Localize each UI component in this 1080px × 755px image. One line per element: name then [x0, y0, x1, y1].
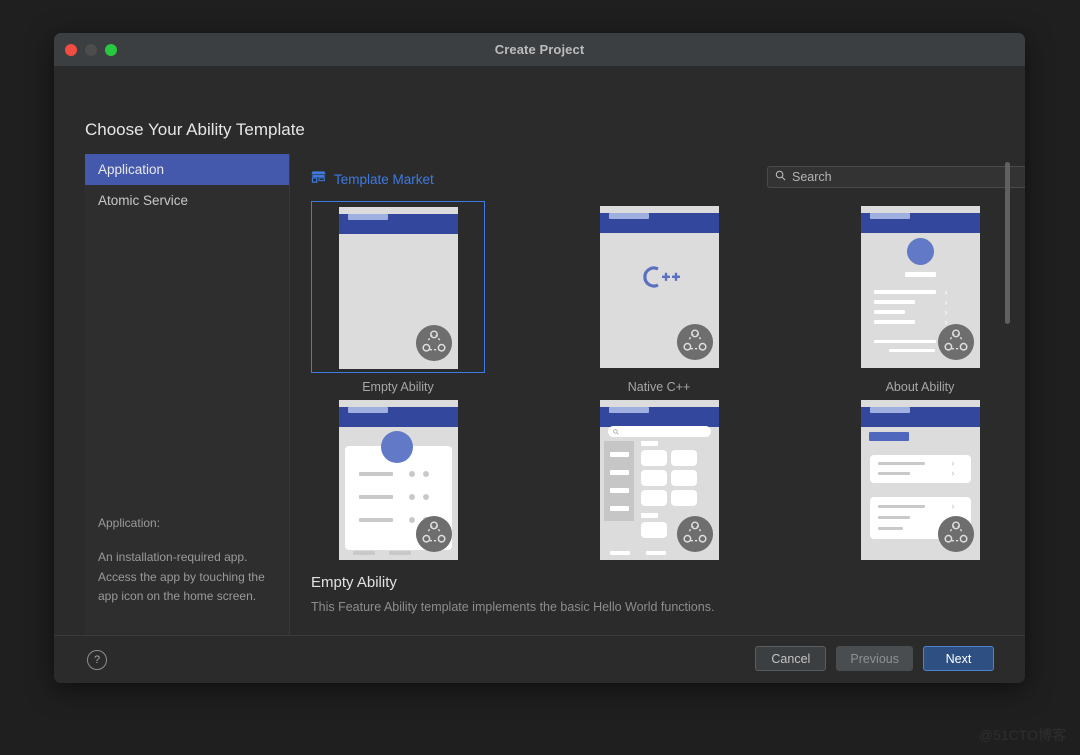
template-card-empty-ability[interactable]: Empty Ability [311, 201, 485, 394]
template-card-about-ability[interactable]: › › › › About Ability [833, 201, 1007, 394]
minimize-window-button[interactable] [85, 43, 97, 56]
template-card-catalog[interactable] [572, 400, 746, 567]
template-thumbnail [311, 201, 485, 373]
template-grid: Empty Ability Native C++ › › › › About A… [311, 201, 1025, 567]
template-thumbnail: › › › › [833, 201, 1007, 373]
cpp-logo-icon [600, 264, 719, 290]
search-icon [612, 429, 619, 435]
template-pane: Template Market Search Empty Ability Nat… [290, 154, 1025, 669]
button-label: Next [945, 651, 972, 666]
footer-buttons: Cancel Previous Next [755, 646, 994, 671]
traffic-light-controls [65, 33, 117, 66]
button-label: Previous [850, 651, 899, 666]
window-titlebar: Create Project [54, 33, 1025, 67]
distributed-badge-icon [415, 515, 452, 553]
button-label: Cancel [771, 651, 811, 666]
template-card-profile[interactable] [311, 400, 485, 567]
distributed-badge-icon [676, 515, 713, 553]
category-description-body: An installation-required app. Access the… [98, 549, 265, 604]
next-button[interactable]: Next [923, 646, 994, 671]
sidebar-item-label: Application [98, 162, 165, 177]
watermark: @51CTO博客 [978, 727, 1066, 743]
selected-template-subtitle: This Feature Ability template implements… [311, 600, 715, 614]
template-card-label: About Ability [885, 380, 955, 394]
template-thumbnail [572, 400, 746, 560]
dialog-body: Choose Your Ability Template Application… [54, 67, 1025, 683]
cancel-button[interactable]: Cancel [755, 646, 827, 671]
search-field[interactable] [767, 166, 1025, 188]
distributed-badge-icon [676, 323, 713, 361]
close-window-button[interactable] [65, 43, 77, 56]
selected-template-title: Empty Ability [311, 574, 397, 591]
template-card-label: Empty Ability [362, 380, 434, 394]
distributed-badge-icon [937, 515, 974, 553]
sidebar-item-atomic-service[interactable]: Atomic Service [85, 185, 289, 216]
help-icon[interactable]: ? [87, 650, 107, 670]
sidebar-item-application[interactable]: Application [85, 154, 289, 185]
distributed-badge-icon [415, 324, 452, 362]
previous-button[interactable]: Previous [836, 646, 913, 671]
distributed-badge-icon [937, 323, 974, 361]
search-icon [775, 168, 786, 186]
window-title: Create Project [494, 42, 585, 57]
sidebar-item-label: Atomic Service [98, 193, 189, 208]
template-card-label: Native C++ [627, 380, 691, 394]
template-market-label: Template Market [334, 172, 434, 187]
template-market-link[interactable]: Template Market [311, 170, 434, 189]
template-thumbnail: › › › › [833, 400, 1007, 560]
zoom-window-button[interactable] [105, 43, 117, 56]
store-icon [311, 170, 326, 189]
template-thumbnail [311, 400, 485, 560]
help-glyph: ? [93, 654, 101, 666]
template-card-native-cpp[interactable]: Native C++ [572, 201, 746, 394]
category-description-title: Application: [98, 516, 161, 530]
dialog-footer: ? Cancel Previous Next [54, 635, 1025, 683]
template-card-settings[interactable]: › › › › [833, 400, 1007, 567]
category-sidebar: Application Atomic Service Application: … [85, 154, 290, 669]
search-input[interactable] [786, 169, 1025, 185]
category-description: Application: An installation-required ap… [98, 514, 275, 607]
page-title: Choose Your Ability Template [85, 120, 305, 139]
selected-template-description: Empty Ability This Feature Ability templ… [311, 574, 714, 614]
template-thumbnail [572, 201, 746, 373]
create-project-dialog: Create Project Choose Your Ability Templ… [54, 33, 1025, 683]
